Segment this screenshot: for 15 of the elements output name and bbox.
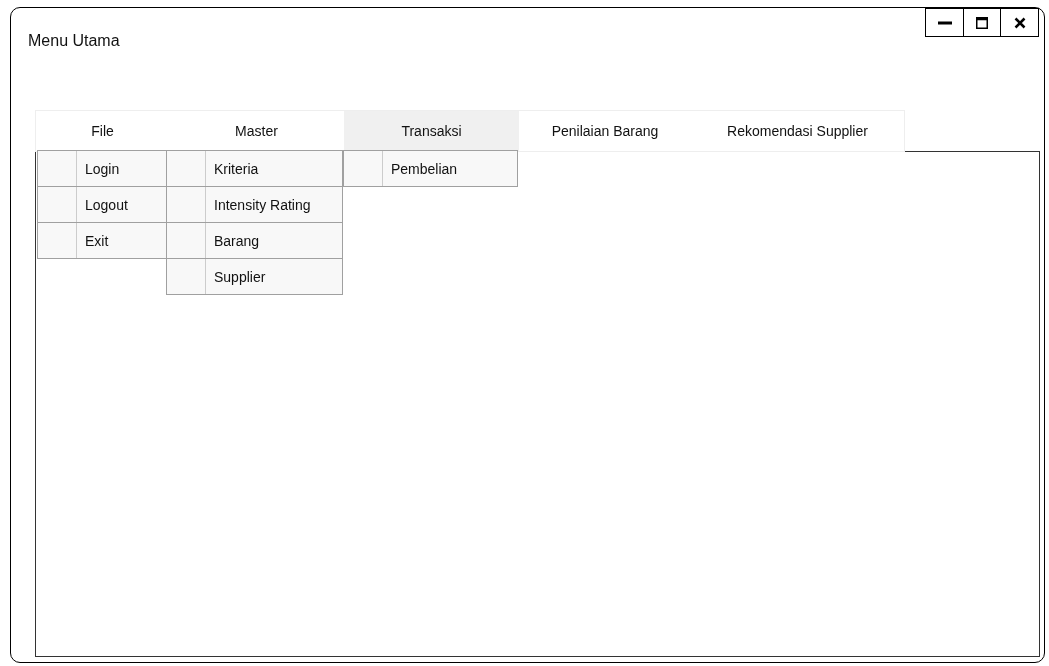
dropdown-item[interactable]: Pembelian <box>343 150 518 187</box>
close-icon <box>1013 16 1026 29</box>
minimize-button[interactable] <box>925 8 964 37</box>
minimize-icon <box>937 20 952 25</box>
dropdown-item[interactable]: Exit <box>37 222 168 259</box>
dropdown-item[interactable]: Supplier <box>166 258 343 295</box>
dropdown-item[interactable]: Intensity Rating <box>166 186 343 223</box>
window-title: Menu Utama <box>28 32 120 50</box>
dropdown-item[interactable]: Logout <box>37 186 168 223</box>
maximize-icon <box>976 16 988 29</box>
menu-item[interactable]: Transaksi <box>344 111 519 151</box>
dropdown-item[interactable]: Kriteria <box>166 150 343 187</box>
close-button[interactable] <box>1000 8 1039 37</box>
dropdown-item[interactable]: Login <box>37 150 168 187</box>
dropdown-item[interactable]: Barang <box>166 222 343 259</box>
